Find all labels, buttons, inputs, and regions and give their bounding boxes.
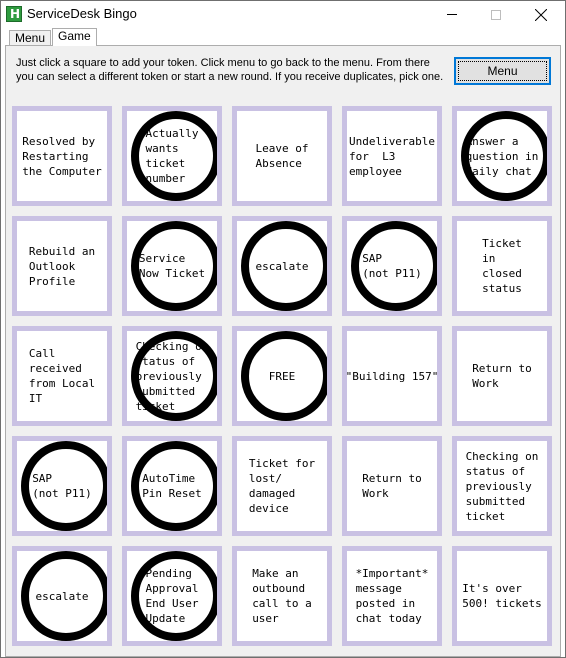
minimize-button[interactable] — [429, 1, 475, 28]
bingo-square[interactable]: Leave of Absence — [232, 106, 332, 206]
close-button[interactable] — [518, 1, 564, 28]
bingo-square[interactable]: escalate — [12, 546, 112, 646]
bingo-square-label: Return to Work — [362, 472, 422, 500]
app-icon — [6, 6, 22, 22]
bingo-square-label: Ticket for lost/ damaged device — [248, 457, 316, 515]
bingo-square[interactable]: Rebuild an Outlook Profile — [12, 216, 112, 316]
bingo-square[interactable]: Pending Approval End User Update — [122, 546, 222, 646]
bingo-square[interactable]: SAP (not P11) — [12, 436, 112, 536]
bingo-square[interactable]: Service Now Ticket — [122, 216, 222, 316]
bingo-square-label: FREE — [268, 369, 296, 383]
bingo-square[interactable]: Resolved by Restarting the Computer — [12, 106, 112, 206]
bingo-square-label: "Building 157" — [345, 369, 439, 383]
bingo-square-label: Leave of Absence — [255, 142, 309, 170]
bingo-square[interactable]: Checking on status of previously submitt… — [452, 436, 552, 536]
bingo-square[interactable]: "Building 157" — [342, 326, 442, 426]
bingo-square[interactable]: Return to Work — [342, 436, 442, 536]
bingo-square-label: *Important* message posted in chat today — [355, 567, 429, 625]
maximize-button[interactable] — [473, 1, 519, 28]
bingo-square-label: Actually wants ticket number — [145, 127, 199, 185]
bingo-square[interactable]: Checking on status of previously submitt… — [122, 326, 222, 426]
bingo-square[interactable]: Ticket in closed status — [452, 216, 552, 316]
instructions-text: Just click a square to add your token. C… — [16, 57, 444, 83]
bingo-square-label: escalate — [255, 259, 309, 273]
bingo-square-label: Pending Approval End User Update — [145, 567, 199, 625]
bingo-square[interactable]: escalate — [232, 216, 332, 316]
close-icon — [535, 8, 547, 21]
bingo-square-label: It's over 500! tickets — [462, 582, 542, 610]
bingo-square-label: Checking on status of previously submitt… — [465, 449, 539, 523]
minimize-icon — [447, 14, 457, 15]
bingo-square[interactable]: Undeliverable for L3 employee — [342, 106, 442, 206]
bingo-square-label: Service Now Ticket — [138, 252, 206, 280]
bingo-square-label: escalate — [35, 589, 89, 603]
tab-menu[interactable]: Menu — [9, 30, 52, 46]
bingo-square[interactable]: *Important* message posted in chat today — [342, 546, 442, 646]
bingo-square[interactable]: Make an outbound call to a user — [232, 546, 332, 646]
bingo-square-label: Undeliverable for L3 employee — [348, 134, 436, 178]
bingo-square[interactable]: SAP (not P11) — [342, 216, 442, 316]
tab-game[interactable]: Game — [52, 28, 97, 46]
bingo-square-label: SAP (not P11) — [32, 472, 92, 500]
bingo-square[interactable]: FREE — [232, 326, 332, 426]
bingo-square-label: Call received from Local IT — [28, 347, 96, 405]
bingo-square[interactable]: Answer a question in daily chat — [452, 106, 552, 206]
window-title: ServiceDesk Bingo — [27, 6, 137, 21]
app-window: ServiceDesk Bingo Menu Game Just click a… — [0, 0, 566, 658]
bingo-square-label: Resolved by Restarting the Computer — [22, 134, 102, 178]
bingo-square-label: Checking on status of previously submitt… — [135, 339, 209, 413]
menu-button[interactable]: Menu — [454, 57, 551, 85]
maximize-icon — [491, 9, 501, 20]
bingo-square[interactable]: Return to Work — [452, 326, 552, 426]
bingo-grid: Resolved by Restarting the Computer Actua… — [12, 106, 562, 656]
title-bar[interactable]: ServiceDesk Bingo — [1, 1, 565, 28]
bingo-square[interactable]: Call received from Local IT — [12, 326, 112, 426]
bingo-square[interactable]: Actually wants ticket number — [122, 106, 222, 206]
bingo-square[interactable]: Ticket for lost/ damaged device — [232, 436, 332, 536]
bingo-square-label: Make an outbound call to a user — [252, 567, 312, 625]
bingo-square-label: Answer a question in daily chat — [465, 134, 539, 178]
bingo-square-label: Return to Work — [472, 362, 532, 390]
bingo-square-label: Rebuild an Outlook Profile — [28, 244, 96, 288]
game-panel: Just click a square to add your token. C… — [5, 45, 561, 657]
tab-strip: Menu Game — [9, 28, 566, 46]
bingo-square-label: SAP (not P11) — [362, 252, 422, 280]
bingo-square-label: Ticket in closed status — [482, 237, 522, 295]
bingo-square[interactable]: It's over 500! tickets — [452, 546, 552, 646]
bingo-square[interactable]: AutoTime Pin Reset — [122, 436, 222, 536]
bingo-square-label: AutoTime Pin Reset — [142, 472, 202, 500]
